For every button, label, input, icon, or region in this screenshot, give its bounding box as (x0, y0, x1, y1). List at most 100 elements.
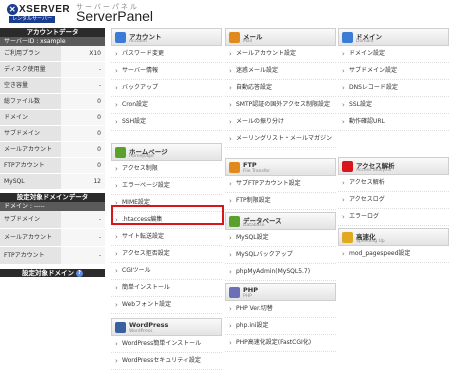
menu-link[interactable]: CGIツール (111, 263, 222, 280)
panel-subtitle: Homepage (129, 154, 154, 159)
account-data-row: ディスク使用量 - (0, 62, 105, 78)
target-domain-label: ドメイン : ----- (0, 202, 105, 211)
account-data-row: サブドメイン 0 (0, 126, 105, 142)
row-value: 0 (61, 126, 105, 141)
panel-header-ftp: FTP File Transfer (225, 158, 336, 176)
panel-header-domain: ドメイン Domain (338, 28, 449, 46)
menu-link[interactable]: WordPressセキュリティ設定 (111, 353, 222, 370)
homepage-icon (115, 147, 126, 158)
row-value: - (61, 78, 105, 93)
mail-icon (229, 32, 240, 43)
menu-link[interactable]: 簡単インストール (111, 280, 222, 297)
header: ✕ XSERVER レンタルサーバー サーバーパネル ServerPanel (0, 0, 450, 27)
row-label: FTPアカウント (0, 247, 61, 264)
xserver-logo[interactable]: ✕ XSERVER (7, 4, 70, 15)
account-data-heading: アカウントデータ (0, 28, 105, 37)
menu-link[interactable]: サイト転送設定 (111, 229, 222, 246)
menu-link[interactable]: MySQLバックアップ (225, 247, 336, 264)
menu-link[interactable]: アクセス拒否設定 (111, 246, 222, 263)
menu-link[interactable]: サブFTPアカウント設定 (225, 176, 336, 193)
panel-mail: メールMailメールアカウント設定迷惑メール設定自動応答設定SMTP認証の国外ア… (225, 28, 336, 148)
menu-link[interactable]: パスワード変更 (111, 46, 222, 63)
menu-link[interactable]: SSH設定 (111, 114, 222, 131)
menu-link[interactable]: MySQL設定 (225, 230, 336, 247)
menu-link[interactable]: DNSレコード設定 (338, 80, 449, 97)
row-label: 空き容量 (0, 78, 61, 93)
row-value: 0 (61, 142, 105, 157)
menu-link[interactable]: サブドメイン設定 (338, 63, 449, 80)
panel-subtitle: PHP (243, 294, 252, 299)
menu-link[interactable]: SSL設定 (338, 97, 449, 114)
panel-subtitle: Domain (356, 39, 374, 44)
domain-icon (342, 32, 353, 43)
account-data-row: MySQL 12 (0, 174, 105, 190)
row-value: X10 (61, 46, 105, 61)
row-label: FTPアカウント (0, 158, 61, 173)
domain-data-heading: 設定対象ドメインデータ (0, 193, 105, 202)
menu-link[interactable]: エラーログ (338, 209, 449, 226)
menu-link[interactable]: php.ini設定 (225, 318, 336, 335)
row-value: - (61, 62, 105, 77)
menu-link[interactable]: アクセスログ (338, 192, 449, 209)
account-data-row: メールアカウント 0 (0, 142, 105, 158)
menu-link[interactable]: アクセス解析 (338, 175, 449, 192)
logo-subtitle: レンタルサーバー (9, 16, 55, 23)
menu-link[interactable]: FTP制限設定 (225, 193, 336, 210)
account-data-row: FTPアカウント 0 (0, 158, 105, 174)
row-label: メールアカウント (0, 229, 61, 246)
sidebar: アカウントデータ サーバーID : xsample ご利用プラン X10 ディスク使… (0, 28, 105, 352)
panel-header-access: アクセス解析 Access analysis (338, 157, 449, 175)
domain-data-row: メールアカウント - (0, 229, 105, 247)
row-value: 0 (61, 110, 105, 125)
app-title: ServerPanel (76, 8, 154, 24)
menu-link[interactable]: Webフォント設定 (111, 297, 222, 314)
panel-homepage: ホームページHomepageアクセス制限エラーページ設定MIME設定.htacc… (111, 143, 222, 314)
menu-link[interactable]: PHP Ver.切替 (225, 301, 336, 318)
row-label: ご利用プラン (0, 46, 61, 61)
menu-link[interactable]: Cron設定 (111, 97, 222, 114)
panel-wordpress: WordPressWordPressWordPress簡単インストールWordP… (111, 318, 222, 370)
account-data-row: ご利用プラン X10 (0, 46, 105, 62)
menu-link[interactable]: mod_pagespeed設定 (338, 246, 449, 263)
help-icon[interactable]: ? (76, 269, 83, 277)
menu-link[interactable]: アクセス制限 (111, 161, 222, 178)
menu-link[interactable]: 自動応答設定 (225, 80, 336, 97)
panel-database: データベースDatabaseMySQL設定MySQLバックアップphpMyAdm… (225, 212, 336, 281)
row-label: ドメイン (0, 110, 61, 125)
menu-link[interactable]: サーバー情報 (111, 63, 222, 80)
logo-text: XSERVER (19, 4, 71, 15)
panel-php: PHPPHPPHP Ver.切替php.ini設定PHP高速化設定(FastCG… (225, 283, 336, 352)
database-icon (229, 216, 240, 227)
row-label: メールアカウント (0, 142, 61, 157)
ftp-icon (229, 162, 240, 173)
wordpress-icon (115, 322, 126, 333)
panel-domain: ドメインDomainドメイン設定サブドメイン設定DNSレコード設定SSL設定動作… (338, 28, 449, 131)
row-value: 12 (61, 174, 105, 189)
target-domain-heading: 設定対象ドメイン? (0, 269, 105, 277)
panel-subtitle: WordPress (129, 329, 153, 334)
panel-header-speed: 高速化 Speeding Up (338, 228, 449, 246)
menu-link[interactable]: エラーページ設定 (111, 178, 222, 195)
row-label: サブドメイン (0, 211, 61, 228)
menu-link[interactable]: メールの振り分け (225, 114, 336, 131)
menu-link[interactable]: 動作確認URL (338, 114, 449, 131)
menu-link[interactable]: ドメイン設定 (338, 46, 449, 63)
row-label: 総ファイル数 (0, 94, 61, 109)
menu-link[interactable]: WordPress簡単インストール (111, 336, 222, 353)
panel-header-mail: メール Mail (225, 28, 336, 46)
domain-data-row: サブドメイン - (0, 211, 105, 229)
account-data-row: 総ファイル数 0 (0, 94, 105, 110)
menu-link[interactable]: バックアップ (111, 80, 222, 97)
menu-link[interactable]: メールアカウント設定 (225, 46, 336, 63)
server-id: サーバーID : xsample (0, 37, 105, 46)
panel-account: アカウントAccountパスワード変更サーバー情報バックアップCron設定SSH… (111, 28, 222, 131)
panel-access: アクセス解析Access analysisアクセス解析アクセスログエラーログ (338, 157, 449, 226)
panel-header-wordpress: WordPress WordPress (111, 318, 222, 336)
menu-link[interactable]: メーリングリスト・メールマガジン (225, 131, 336, 148)
menu-link[interactable]: PHP高速化設定(FastCGI化) (225, 335, 336, 352)
panel-subtitle: Mail (243, 39, 253, 44)
menu-link[interactable]: 迷惑メール設定 (225, 63, 336, 80)
panel-speed: 高速化Speeding Upmod_pagespeed設定 (338, 228, 449, 263)
menu-link[interactable]: phpMyAdmin(MySQL5.7) (225, 264, 336, 281)
menu-link[interactable]: SMTP認証の国外アクセス制限設定 (225, 97, 336, 114)
